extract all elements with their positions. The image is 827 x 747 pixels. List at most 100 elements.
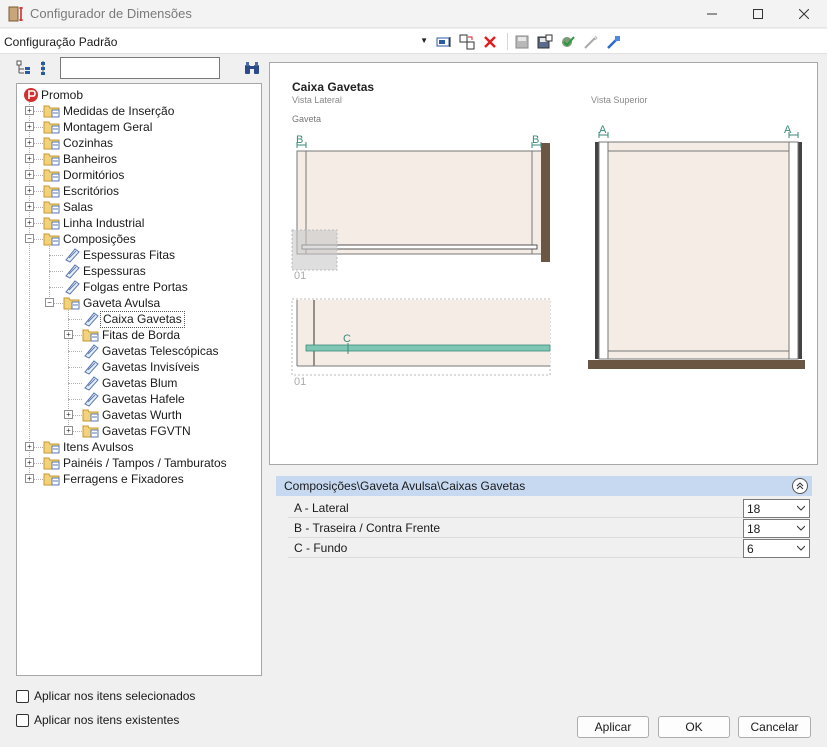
apply-check-icon[interactable] [558,32,578,51]
tree-node[interactable]: Medidas de Inserção [43,103,176,119]
tree-node[interactable]: Escritórios [43,183,121,199]
tree-node-label: Gavetas Invisíveis [102,359,200,374]
save-icon[interactable] [512,32,532,51]
close-button[interactable] [781,0,827,28]
tree-node[interactable]: Gavetas Invisíveis [82,359,201,375]
top-view-label: Vista Superior [591,95,647,105]
search-input[interactable] [60,57,220,79]
apply-button[interactable]: Aplicar [577,716,649,738]
collapse-minus-icon[interactable]: − [45,298,54,307]
tree-node[interactable]: Itens Avulsos [43,439,136,455]
folder-icon [43,471,61,487]
import-icon[interactable] [581,32,601,51]
property-row-fundo: C - Fundo 6 [288,538,810,558]
expand-plus-icon[interactable]: + [64,426,73,435]
tree-node[interactable]: Caixa Gavetas [82,310,185,328]
tree-node-label: Gaveta Avulsa [83,295,161,310]
tree-node[interactable]: Fitas de Borda [82,327,182,343]
property-label: A - Lateral [294,501,349,515]
tree-guide-line [68,383,82,384]
tree-node[interactable]: Gavetas FGVTN [82,423,193,439]
expand-plus-icon[interactable]: + [25,458,34,467]
part-label: Gaveta [292,114,321,124]
save-as-icon[interactable] [535,32,555,51]
apply-selected-checkbox[interactable]: Aplicar nos itens selecionados [16,689,195,703]
ok-button[interactable]: OK [658,716,730,738]
tree-node[interactable]: Salas [43,199,95,215]
tree-node[interactable]: Banheiros [43,151,119,167]
tree-node-label: Caixa Gavetas [100,310,185,328]
checkbox-box[interactable] [16,689,29,703]
expand-plus-icon[interactable]: + [25,154,34,163]
checkbox-box[interactable] [16,713,29,727]
tag-icon [63,279,81,295]
configuration-select[interactable]: Configuração Padrão ▼ [4,32,430,51]
collapse-tree-icon[interactable] [38,60,54,76]
tree-node[interactable]: Dormitórios [43,167,126,183]
expand-plus-icon[interactable]: + [25,138,34,147]
tree-node[interactable]: Composições [43,231,138,247]
tree-node[interactable]: Espessuras [63,263,148,279]
folder-icon [82,407,100,423]
tree-node[interactable]: Linha Industrial [43,215,146,231]
tree-node[interactable]: Espessuras Fitas [63,247,177,263]
tree-node-label: Fitas de Borda [102,327,181,342]
maximize-button[interactable] [735,0,781,28]
copy-config-icon[interactable] [457,32,477,51]
tree-node[interactable]: Gavetas Blum [82,375,179,391]
folder-icon [82,327,100,343]
apply-existing-checkbox[interactable]: Aplicar nos itens existentes [16,713,179,727]
combo-value: 6 [747,542,754,556]
expand-plus-icon[interactable]: + [64,330,73,339]
folder-icon [43,183,61,199]
delete-icon[interactable] [480,32,500,51]
collapse-minus-icon[interactable]: − [25,234,34,243]
binoculars-icon[interactable] [244,60,260,76]
apply-existing-label: Aplicar nos itens existentes [34,713,180,727]
tree-node[interactable]: Gaveta Avulsa [63,295,162,311]
expand-plus-icon[interactable]: + [25,122,34,131]
tree-node[interactable]: Montagem Geral [43,119,154,135]
tree-guide-line [49,271,63,272]
tree-node-label: Composições [63,231,136,246]
expand-plus-icon[interactable]: + [25,170,34,179]
cancel-button[interactable]: Cancelar [738,716,811,738]
lateral-value-select[interactable]: 18 [743,499,810,518]
tree-node[interactable]: Painéis / Tampos / Tamburatos [43,455,229,471]
tree-node-label: Linha Industrial [63,215,145,230]
tree-node[interactable]: Gavetas Wurth [82,407,184,423]
rename-icon[interactable] [434,32,454,51]
tree-node-label: Gavetas Hafele [102,391,185,406]
category-tree[interactable]: − Promob + Medidas de Inserção + Montagem Ger… [16,83,262,676]
minimize-button[interactable] [689,0,735,28]
top-view-drawing: A A [588,124,805,369]
chevron-down-icon [797,525,805,531]
tree-node[interactable]: Gavetas Telescópicas [82,343,221,359]
preview-title: Caixa Gavetas [292,80,374,94]
properties-header: Composições\Gaveta Avulsa\Caixas Gavetas [276,476,812,496]
folder-icon [43,231,61,247]
tree-guide-line [49,255,63,256]
tree-node[interactable]: Gavetas Hafele [82,391,187,407]
tree-node[interactable]: Folgas entre Portas [63,279,190,295]
tree-node[interactable]: Cozinhas [43,135,115,151]
expand-tree-icon[interactable] [16,60,32,76]
expand-plus-icon[interactable]: + [25,474,34,483]
tag-icon [82,311,100,327]
collapse-chevron-icon[interactable] [792,478,808,494]
expand-plus-icon[interactable]: + [25,106,34,115]
fundo-value-select[interactable]: 6 [743,539,810,558]
tree-node[interactable]: Ferragens e Fixadores [43,471,186,487]
dropdown-arrow-icon: ▼ [420,36,428,45]
export-icon[interactable] [604,32,624,51]
tag-icon [82,343,100,359]
expand-plus-icon[interactable]: + [64,410,73,419]
expand-plus-icon[interactable]: + [25,186,34,195]
expand-plus-icon[interactable]: + [25,218,34,227]
tag-icon [82,375,100,391]
tree-guide-line [68,319,82,320]
expand-plus-icon[interactable]: + [25,202,34,211]
expand-plus-icon[interactable]: + [25,442,34,451]
traseira-value-select[interactable]: 18 [743,519,810,538]
tree-root-node[interactable]: Promob [23,87,85,103]
